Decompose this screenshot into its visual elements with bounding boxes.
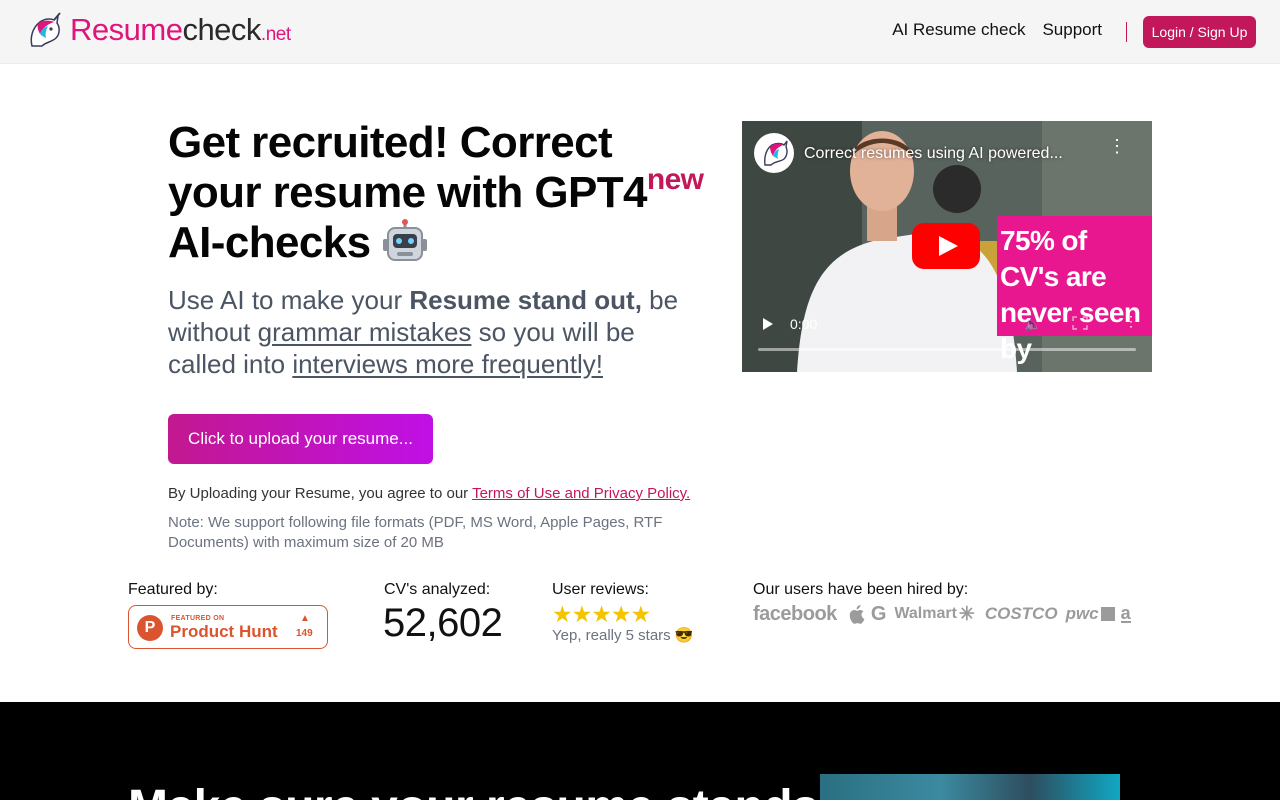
- channel-avatar[interactable]: [754, 133, 794, 173]
- brand-name-part1: Resume: [70, 11, 183, 47]
- cv-analyzed-label: CV's analyzed:: [384, 581, 491, 598]
- main-nav: AI Resume check Support: [892, 20, 1102, 40]
- play-control-icon[interactable]: [762, 317, 774, 331]
- video-title[interactable]: Correct resumes using AI powered...: [804, 145, 1063, 163]
- ph-featured-on: FEATURED ON: [171, 615, 225, 622]
- dark-feature-section: Make sure your resume stands: [0, 702, 1280, 800]
- hired-by-label: Our users have been hired by:: [753, 581, 969, 598]
- upvote-arrow-icon: ▲: [300, 613, 310, 624]
- volume-icon[interactable]: 🔈: [1024, 316, 1041, 333]
- nav-ai-resume-check[interactable]: AI Resume check: [892, 20, 1025, 40]
- apple-logo-icon: [849, 605, 865, 624]
- terms-privacy-link[interactable]: Terms of Use and Privacy Policy.: [472, 485, 690, 502]
- site-header: Resumecheck.net AI Resume check Support …: [0, 0, 1280, 64]
- upload-resume-button[interactable]: Click to upload your resume...: [168, 414, 433, 464]
- brand-logo[interactable]: Resumecheck.net: [24, 12, 291, 52]
- youtube-video-player[interactable]: 75% of CV's are never seen by Correct re…: [742, 121, 1152, 372]
- amazon-logo-icon: a: [1120, 603, 1131, 623]
- video-options-icon[interactable]: ⋮: [1124, 314, 1138, 328]
- video-more-icon[interactable]: ⋮: [1108, 137, 1126, 155]
- five-stars-rating: ★★★★★: [552, 601, 651, 627]
- walmart-spark-icon: ✳: [958, 603, 975, 625]
- nav-divider: [1126, 22, 1127, 42]
- new-superscript: new: [646, 163, 704, 196]
- hero-title: Get recruited! Correct your resume with …: [168, 118, 708, 268]
- reviews-text: Yep, really 5 stars 😎: [552, 627, 694, 644]
- ph-name: Product Hunt: [170, 622, 278, 641]
- ph-upvote-count: 149: [296, 628, 313, 639]
- nav-support[interactable]: Support: [1042, 20, 1102, 40]
- file-format-note: Note: We support following file formats …: [168, 514, 663, 551]
- youtube-play-icon[interactable]: [912, 223, 980, 269]
- section-heading: Make sure your resume stands: [128, 780, 819, 800]
- hero-sub-bold: Resume stand out,: [409, 285, 642, 315]
- costco-logo: Costco: [984, 604, 1058, 623]
- robot-icon: [383, 219, 428, 261]
- facebook-logo: facebook: [753, 602, 837, 625]
- unicorn-logo-icon: [30, 12, 61, 47]
- brand-name: Resumecheck.net: [70, 10, 291, 55]
- user-reviews-label: User reviews:: [552, 581, 649, 598]
- pwc-logo: pwc: [1065, 604, 1099, 623]
- hero-title-main: Get recruited! Correct your resume with …: [168, 118, 647, 217]
- brand-name-part2: check: [182, 11, 261, 47]
- login-signup-button[interactable]: Login / Sign Up: [1143, 16, 1256, 48]
- hero-title-end: AI-checks: [168, 218, 371, 267]
- section-image: [820, 774, 1120, 800]
- grammar-mistakes-link[interactable]: grammar mistakes: [258, 317, 472, 347]
- company-logos: facebook G Walmart ✳ Costco pwc a: [753, 601, 1131, 627]
- video-overlay-text: 75% of CV's are never seen by: [1000, 225, 1141, 364]
- product-hunt-icon: P: [137, 615, 163, 641]
- cv-analyzed-count: 52,602: [383, 601, 503, 645]
- hero-subtitle: Use AI to make your Resume stand out, be…: [168, 284, 688, 380]
- product-hunt-badge[interactable]: P FEATURED ON Product Hunt ▲ 149: [128, 605, 328, 649]
- hero-sub-text-1: Use AI to make your: [168, 285, 410, 315]
- brand-name-part3: .net: [260, 23, 291, 45]
- terms-agreement: By Uploading your Resume, you agree to o…: [168, 485, 690, 502]
- pwc-blocks-icon: [1100, 607, 1115, 621]
- channel-unicorn-icon: [764, 140, 788, 166]
- google-logo-icon: G: [870, 602, 887, 625]
- featured-label: Featured by:: [128, 581, 218, 598]
- interviews-link[interactable]: interviews more frequently!: [292, 349, 603, 379]
- video-progress-bar[interactable]: [758, 348, 1136, 351]
- walmart-logo: Walmart: [894, 605, 957, 622]
- agree-text: By Uploading your Resume, you agree to o…: [168, 485, 473, 502]
- fullscreen-icon[interactable]: [1072, 316, 1088, 330]
- video-time: 0:00: [790, 316, 818, 332]
